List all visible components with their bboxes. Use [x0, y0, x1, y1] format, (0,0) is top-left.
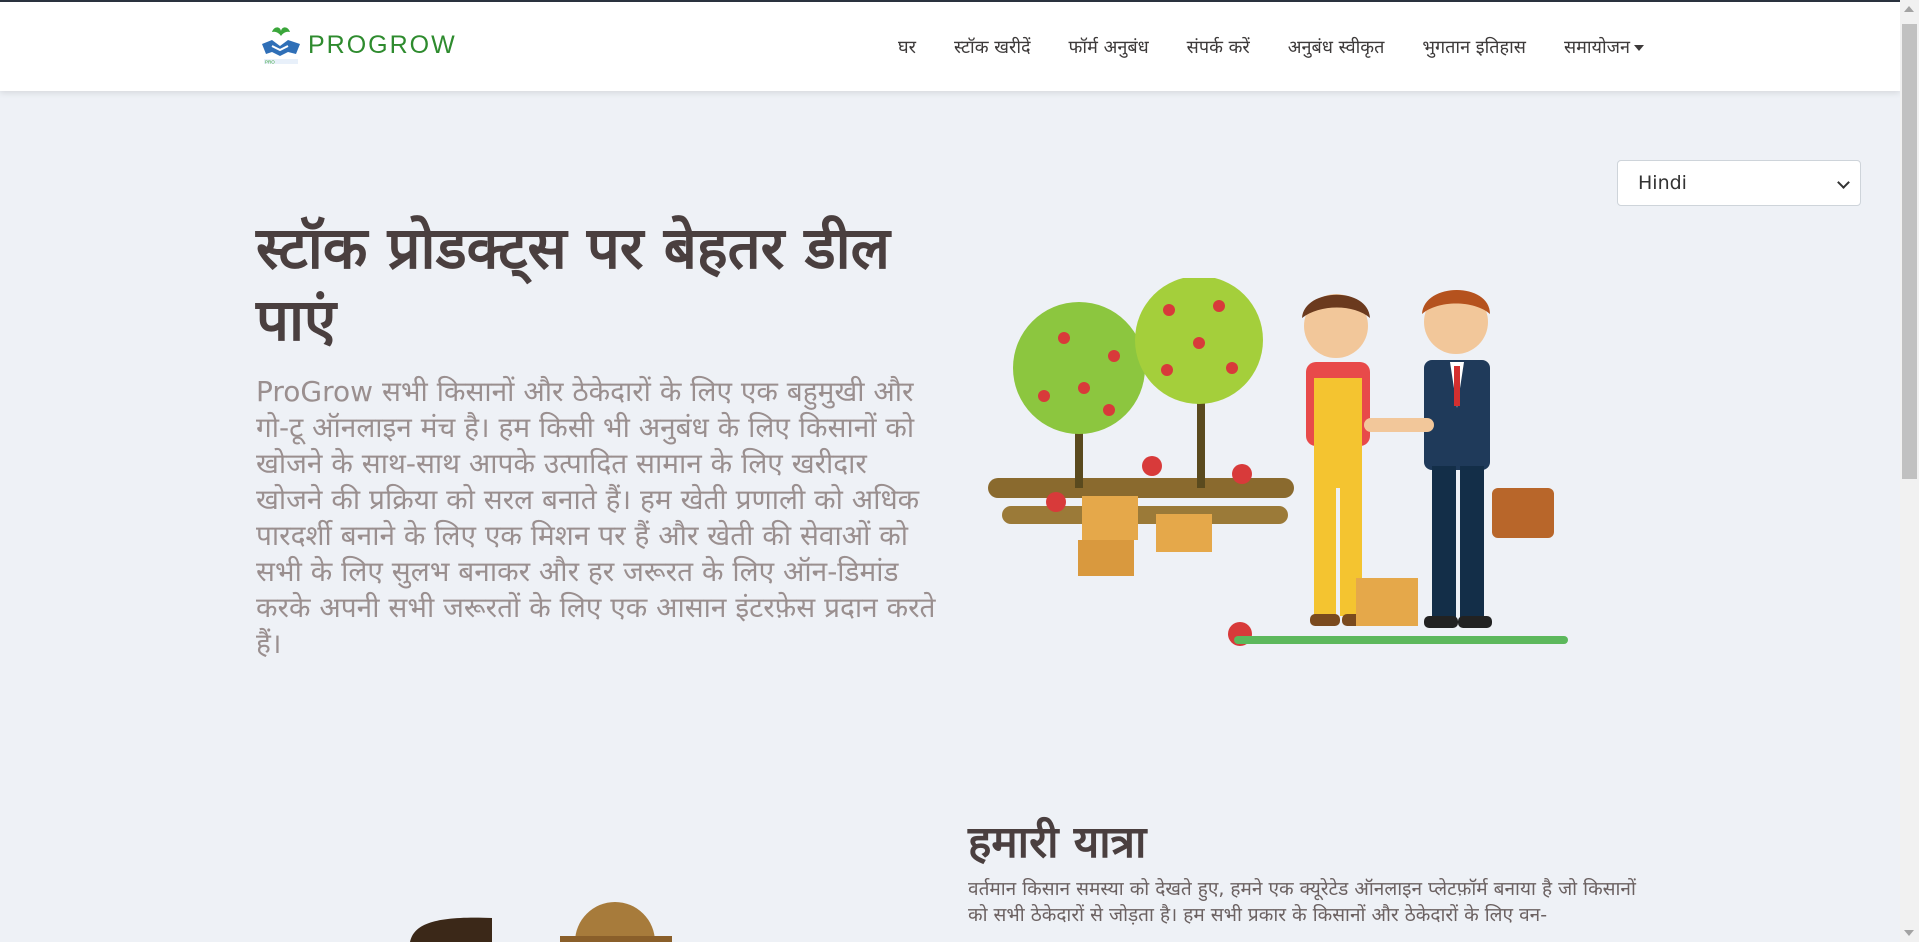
- hero-title: स्टॉक प्रोडक्ट्स पर बेहतर डील पाएं: [256, 214, 890, 354]
- scrollbar-thumb[interactable]: [1902, 24, 1917, 479]
- brand[interactable]: PRO PROGROW: [258, 22, 457, 68]
- journey-title: हमारी यात्रा: [968, 817, 1147, 868]
- nav-contracts-accepted[interactable]: अनुबंध स्वीकृत: [1288, 35, 1385, 59]
- brand-name: PROGROW: [308, 30, 457, 59]
- svg-text:PRO: PRO: [265, 60, 275, 65]
- nav-contact[interactable]: संपर्क करें: [1187, 35, 1250, 59]
- nav-form-contract[interactable]: फॉर्म अनुबंध: [1069, 35, 1149, 59]
- scroll-up-arrow-icon[interactable]: [1904, 6, 1914, 12]
- caret-down-icon: [1634, 44, 1644, 51]
- journey-text: वर्तमान किसान समस्या को देखते हुए, हमने …: [968, 878, 1636, 926]
- nav-links: घर स्टॉक खरीदें फॉर्म अनुबंध संपर्क करें…: [898, 2, 1644, 91]
- vertical-scrollbar[interactable]: [1900, 0, 1919, 942]
- language-select-value: Hindi: [1638, 172, 1687, 194]
- nav-payment-history[interactable]: भुगतान इतिहास: [1422, 35, 1526, 59]
- hero-description: ProGrow सभी किसानों और ठेकेदारों के लिए …: [256, 375, 936, 660]
- farmer-hats-illustration: [410, 902, 672, 942]
- nav-home[interactable]: घर: [898, 35, 916, 59]
- handshake-logo-icon: PRO: [262, 27, 300, 65]
- chevron-down-icon: [1837, 176, 1850, 189]
- nav-settings-label: समायोजन: [1563, 36, 1630, 58]
- language-select[interactable]: Hindi: [1617, 160, 1861, 206]
- navbar: PRO PROGROW घर स्टॉक खरीदें फॉर्म अनुबंध…: [0, 2, 1900, 91]
- farmer-handshake-illustration: [988, 278, 1568, 646]
- nav-settings-dropdown[interactable]: समायोजन: [1564, 35, 1644, 59]
- nav-buy-stock[interactable]: स्टॉक खरीदें: [954, 35, 1031, 59]
- scroll-down-arrow-icon[interactable]: [1904, 930, 1914, 936]
